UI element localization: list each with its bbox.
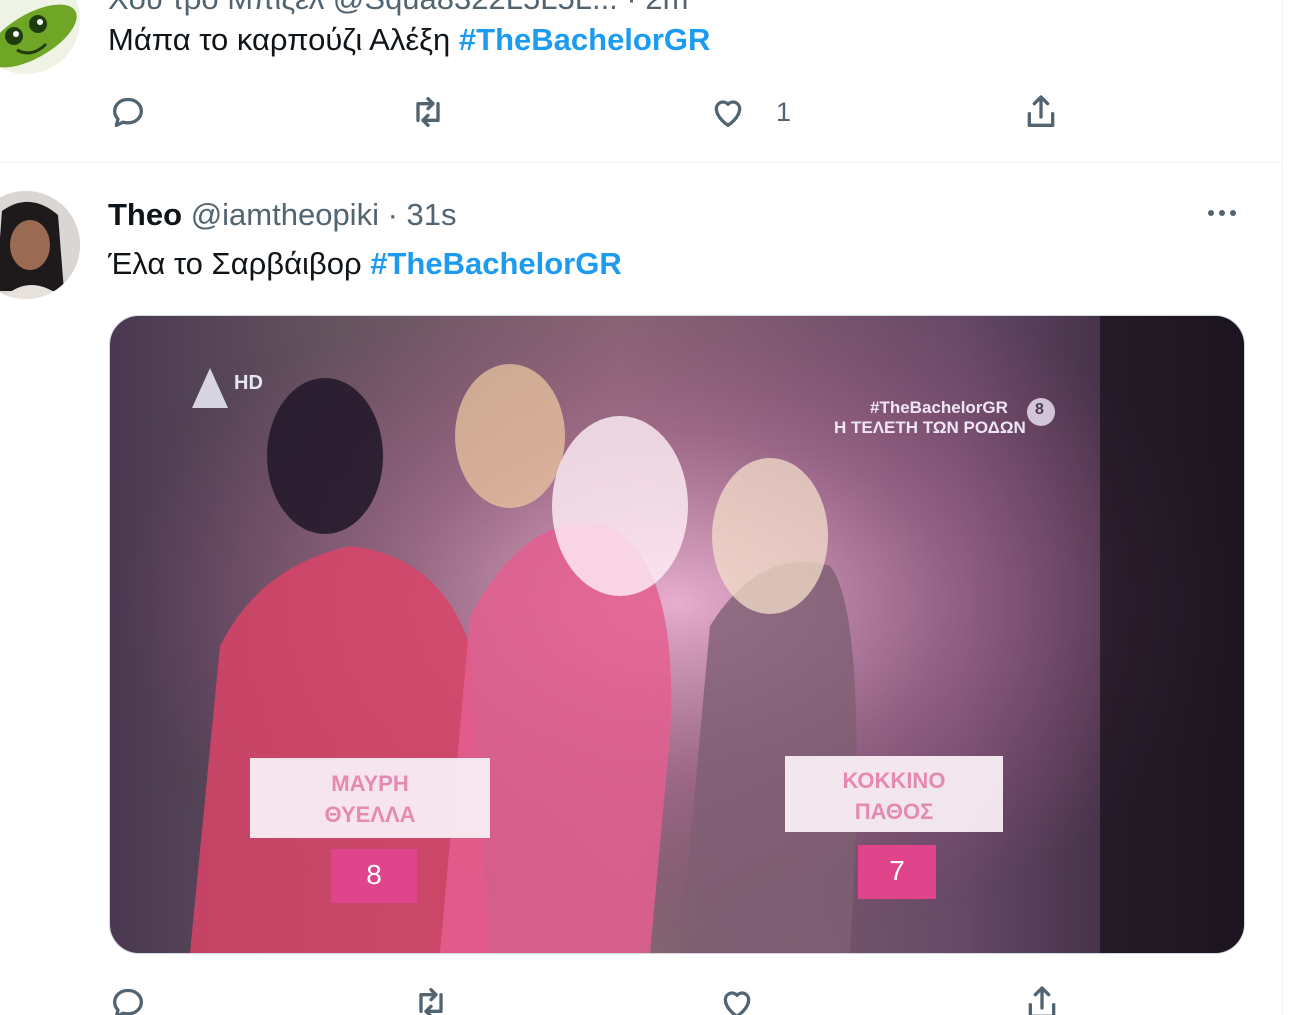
tweet-header: Theo @iamtheopiki · 31s [108, 197, 457, 233]
reply-icon [113, 97, 143, 128]
tweet-timestamp[interactable]: 31s [407, 197, 457, 232]
like-button[interactable]: 1 [708, 90, 791, 134]
like-icon [723, 991, 751, 1015]
hashtag-link[interactable]: #TheBachelorGR [370, 246, 622, 281]
tweet-text: Έλα το Σαρβάιβορ #TheBachelorGR [108, 246, 622, 282]
score-card-label: ΚΟΚΚΙΝΟ ΠΑΘΟΣ [785, 765, 1003, 827]
like-button[interactable] [717, 981, 757, 1015]
tweet-text-body: Μάπα το καρπούζι Αλέξη [108, 22, 459, 57]
tweet[interactable]: Χου τρο Μπιζελ @Squa8322L5L5L... · 2m Μά… [0, 0, 1282, 163]
more-icon[interactable] [1202, 200, 1242, 226]
score-label-line: ΠΑΘΟΣ [854, 799, 934, 824]
tweet-actions [108, 981, 1068, 1015]
score-value: 7 [889, 855, 905, 886]
retweet-button[interactable] [411, 981, 451, 1015]
timeline: Χου τρο Μπιζελ @Squa8322L5L5L... · 2m Μά… [0, 0, 1283, 1015]
share-icon [1027, 95, 1055, 128]
retweet-icon [419, 988, 443, 1015]
overlay-hashtag: #TheBachelorGR [870, 398, 1008, 417]
tweet-media-photo[interactable]: HD #TheBachelorGR Η ΤΕΛΕΤΗ ΤΩΝ ΡΟΔΩΝ 8 Μ… [109, 315, 1245, 954]
overlay-title: Η ΤΕΛΕΤΗ ΤΩΝ ΡΟΔΩΝ [834, 418, 1026, 437]
score-label-line: ΘΥΕΛΛΑ [324, 802, 416, 827]
tweet-text: Μάπα το καρπούζι Αλέξη #TheBachelorGR [108, 22, 710, 58]
like-count: 1 [776, 96, 792, 127]
reply-icon [113, 988, 143, 1015]
retweet-button[interactable] [408, 90, 448, 134]
like-icon [714, 100, 742, 128]
avatar-image [0, 191, 80, 299]
display-name[interactable]: Theo [108, 197, 182, 232]
hashtag-link[interactable]: #TheBachelorGR [459, 22, 711, 57]
tweet-actions: 1 [108, 90, 1068, 134]
user-handle[interactable]: @iamtheopiki [191, 197, 379, 232]
score-label-line: ΜΑΥΡΗ [331, 771, 409, 796]
retweet-icon [416, 97, 440, 128]
score-label-line: ΚΟΚΚΙΝΟ [842, 768, 946, 793]
tweet[interactable]: Theo @iamtheopiki · 31s Έλα το Σαρβάιβορ… [0, 163, 1282, 1015]
share-button[interactable] [1022, 981, 1062, 1015]
rating-badge: 8 [1035, 401, 1044, 418]
share-button[interactable] [1021, 90, 1061, 134]
share-icon [1028, 986, 1056, 1015]
reply-button[interactable] [108, 90, 148, 134]
separator-dot: · [387, 197, 398, 232]
avatar-image [0, 4, 77, 68]
channel-logo: HD [234, 372, 263, 394]
score-value: 8 [366, 859, 382, 890]
tweet-header[interactable]: Χου τρο Μπιζελ @Squa8322L5L5L... · 2m [108, 0, 688, 17]
reply-button[interactable] [108, 981, 148, 1015]
score-card-label: ΜΑΥΡΗ ΘΥΕΛΛΑ [250, 768, 490, 830]
tv-photo [110, 316, 1244, 953]
avatar[interactable] [0, 191, 80, 299]
tweet-text-body: Έλα το Σαρβάιβορ [108, 246, 371, 281]
avatar[interactable] [0, 0, 80, 74]
